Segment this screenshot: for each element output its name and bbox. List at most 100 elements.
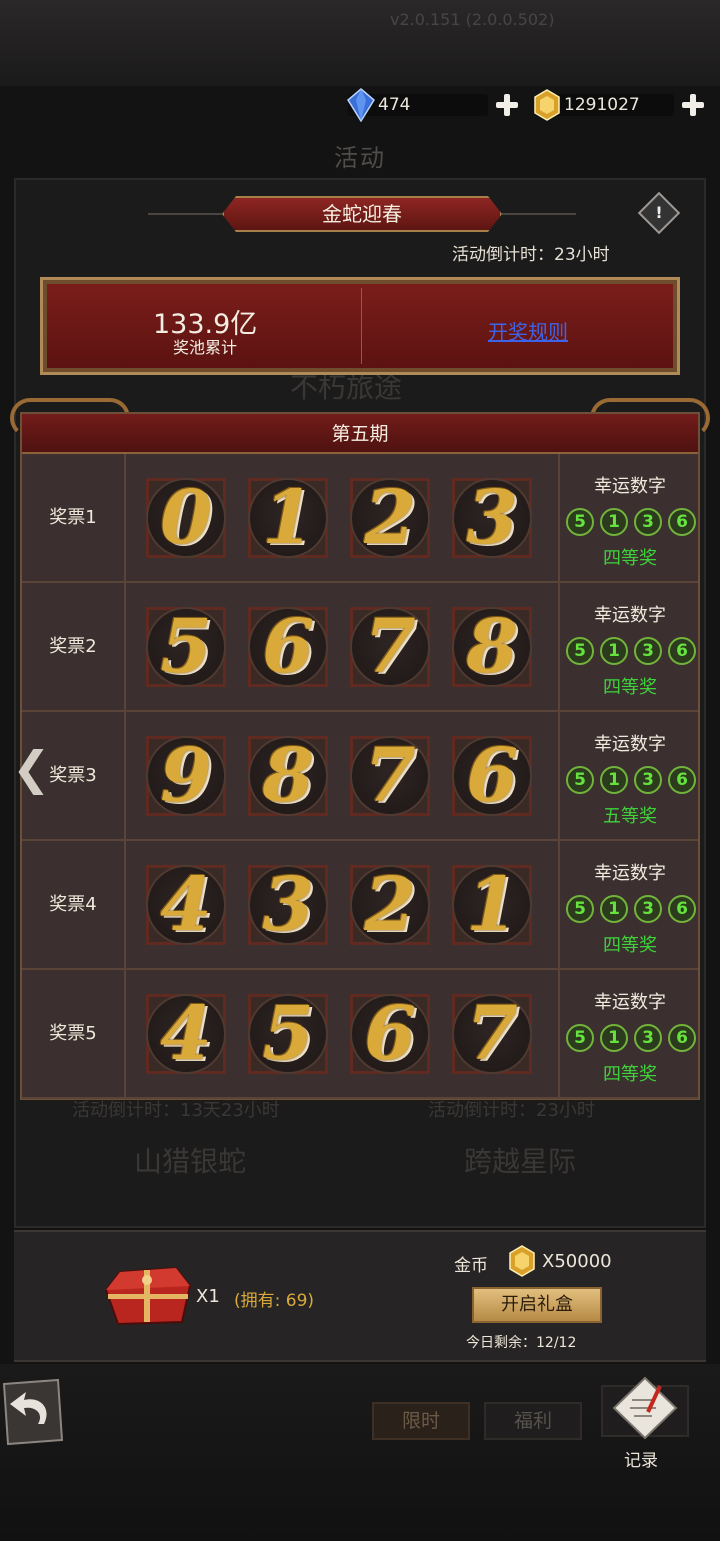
snake-digit: 5 [262, 991, 314, 1077]
draw-rules-link[interactable]: 开奖规则 [488, 316, 568, 345]
ticket-row: 奖票2 5 6 7 8 幸运数字 5 1 3 6 四等奖 [22, 583, 698, 712]
open-gift-button[interactable]: 开启礼盒 [472, 1287, 602, 1323]
snake-digit: 7 [364, 604, 416, 690]
prize-pool-card: 133.9亿 奖池累计 开奖规则 [40, 277, 680, 375]
snake-digit: 2 [364, 475, 416, 561]
lucky-balls: 5136 [566, 508, 696, 536]
lucky-number-ball: 5 [566, 508, 594, 536]
lucky-number-ball: 5 [566, 766, 594, 794]
lucky-number-ball: 3 [634, 637, 662, 665]
lucky-number-ball: 5 [566, 895, 594, 923]
lucky-number-ball: 6 [668, 766, 696, 794]
snake-digit: 1 [262, 475, 314, 561]
lucky-title: 幸运数字 [594, 605, 666, 626]
snake-digit-tile: 3 [452, 478, 532, 558]
diamond-counter: 474 [347, 88, 520, 122]
reward-coin-label: 金币 [454, 1256, 488, 1276]
gold-counter: 1291027 [534, 88, 706, 122]
lucky-number-ball: 5 [566, 637, 594, 665]
snake-digit-tile: 3 [248, 865, 328, 945]
top-bar [0, 0, 720, 86]
lucky-number-ball: 5 [566, 1024, 594, 1052]
ghost-countdown-right: 活动倒计时：23小时 [428, 1100, 595, 1121]
banner-line-left [148, 213, 222, 215]
ghost-tab-right: 跨越星际 [464, 1145, 577, 1178]
lucky-numbers-panel: 幸运数字 5 1 3 6 五等奖 [558, 712, 698, 839]
lucky-numbers-panel: 幸运数字 5 1 3 6 四等奖 [558, 583, 698, 710]
pool-divider [361, 288, 362, 364]
snake-digit: 7 [364, 733, 416, 819]
snake-digit-tile: 7 [350, 607, 430, 687]
snake-digit-tile: 6 [248, 607, 328, 687]
snake-digit-tile: 9 [146, 736, 226, 816]
scroll-record-icon[interactable] [596, 1376, 694, 1440]
pool-label: 奖池累计 [173, 338, 238, 357]
snake-digit: 8 [262, 733, 314, 819]
lucky-number-ball: 3 [634, 508, 662, 536]
lucky-number-ball: 1 [600, 508, 628, 536]
lucky-balls: 5136 [566, 1024, 696, 1052]
period-title: 第五期 [22, 414, 698, 454]
ticket-table: 第五期 奖票1 0 1 2 3 幸运数字 5 1 3 6 四等奖 奖票2 5 6 7 8 幸运数字 5 1 3 6 四等奖… [20, 412, 700, 1100]
banner-line-right [502, 213, 576, 215]
lucky-number-ball: 6 [668, 1024, 696, 1052]
add-diamond-button[interactable] [494, 92, 520, 118]
record-label[interactable]: 记录 [624, 1446, 658, 1471]
page-title: 活动 [334, 144, 386, 172]
snake-digit: 6 [364, 991, 416, 1077]
lucky-number-ball: 1 [600, 895, 628, 923]
ticket-label: 奖票4 [22, 841, 126, 968]
snake-digit: 6 [466, 733, 518, 819]
gold-gem-icon [534, 89, 560, 121]
snake-digit: 3 [262, 862, 314, 948]
prize-tier: 五等奖 [603, 806, 657, 827]
prize-tier: 四等奖 [603, 1064, 657, 1085]
lucky-number-ball: 3 [634, 766, 662, 794]
lucky-number-ball: 6 [668, 508, 696, 536]
lucky-title: 幸运数字 [594, 992, 666, 1013]
lucky-numbers-panel: 幸运数字 5 1 3 6 四等奖 [558, 970, 698, 1097]
version-text: v2.0.151 (2.0.0.502) [390, 10, 555, 29]
snake-digit-tile: 1 [452, 865, 532, 945]
snake-digit-tile: 5 [146, 607, 226, 687]
snake-digit-tile: 5 [248, 994, 328, 1074]
snake-digit-tile: 7 [350, 736, 430, 816]
blue-diamond-icon [347, 88, 375, 122]
add-gold-button[interactable] [680, 92, 706, 118]
snake-digit: 7 [466, 991, 518, 1077]
snake-digit: 5 [160, 604, 212, 690]
prize-tier: 四等奖 [603, 935, 657, 956]
snake-digit-tile: 7 [452, 994, 532, 1074]
lucky-balls: 5136 [566, 766, 696, 794]
snake-digit: 8 [466, 604, 518, 690]
prize-tier: 四等奖 [603, 548, 657, 569]
prize-tier: 四等奖 [603, 677, 657, 698]
gold-gem-icon [509, 1245, 535, 1277]
lucky-title: 幸运数字 [594, 863, 666, 884]
snake-digit-tile: 2 [350, 478, 430, 558]
snake-digit: 4 [160, 862, 212, 948]
event-countdown: 活动倒计时：23小时 [452, 245, 610, 265]
lucky-number-ball: 1 [600, 637, 628, 665]
lucky-number-ball: 6 [668, 895, 696, 923]
snake-digit-tile: 8 [248, 736, 328, 816]
snake-digit: 0 [160, 475, 212, 561]
ticket-label: 奖票5 [22, 970, 126, 1097]
lucky-balls: 5136 [566, 895, 696, 923]
snake-digit: 6 [262, 604, 314, 690]
event-banner-title: 金蛇迎春 [222, 196, 502, 232]
lucky-title: 幸运数字 [594, 734, 666, 755]
snake-digit-tile: 6 [452, 736, 532, 816]
reward-coin-amount: X50000 [542, 1251, 612, 1272]
snake-digit-tile: 0 [146, 478, 226, 558]
snake-digit: 9 [160, 733, 212, 819]
snake-digit-tile: 2 [350, 865, 430, 945]
tab-limited[interactable]: 限时 [372, 1402, 470, 1440]
back-arrow-icon[interactable] [0, 1378, 66, 1446]
lucky-number-ball: 6 [668, 637, 696, 665]
chevron-left-icon[interactable]: ❮ [12, 745, 51, 791]
ghost-tab-left: 山猎银蛇 [134, 1145, 247, 1178]
snake-digit: 4 [160, 991, 212, 1077]
lucky-number-ball: 3 [634, 1024, 662, 1052]
tab-welfare[interactable]: 福利 [484, 1402, 582, 1440]
